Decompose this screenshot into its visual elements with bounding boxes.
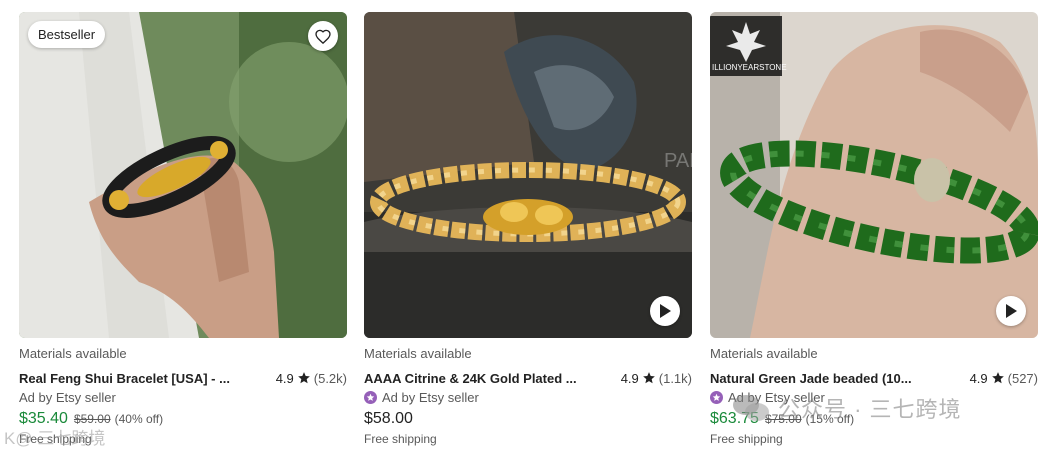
review-count: (1.1k) — [658, 370, 692, 386]
star-seller-icon — [364, 390, 377, 404]
price-row: $58.00 — [364, 410, 692, 430]
star-icon — [297, 371, 311, 385]
rating-score: 4.9 — [620, 370, 639, 386]
seller-label: Ad by Etsy seller — [364, 389, 692, 405]
heart-outline-icon — [315, 29, 331, 44]
rating-score: 4.9 — [969, 370, 988, 386]
listing-title[interactable]: AAAA Citrine & 24K Gold Plated ... — [364, 371, 577, 386]
watermark-text: 公众号 · 三七跨境 — [778, 397, 962, 422]
bracelet-photo: PARK PARK — [364, 12, 692, 338]
play-icon — [660, 304, 671, 318]
photo-logo-text: ILLIONYEARSTONE — [712, 63, 787, 72]
rating: 4.9 (527) — [970, 371, 1038, 386]
star-icon — [642, 371, 656, 385]
seller-label: Ad by Etsy seller — [19, 389, 116, 405]
star-icon — [991, 371, 1005, 385]
review-count: (527) — [1007, 370, 1038, 386]
price: $58.00 — [364, 410, 413, 427]
wechat-icon — [733, 395, 769, 421]
review-count: (5.2k) — [313, 370, 347, 386]
star-seller-icon — [710, 390, 723, 404]
discount-label: (40% off) — [114, 412, 164, 426]
bestseller-badge: Bestseller — [28, 21, 106, 48]
listing-card-2[interactable]: PARK PARK Materials available AAAA Citri… — [364, 12, 692, 446]
listing-card-3[interactable]: ILLIONYEARSTONE Materials available Natu… — [710, 12, 1038, 446]
listing-title[interactable]: Real Feng Shui Bracelet [USA] - ... — [19, 371, 230, 386]
shipping-label: Free shipping — [710, 432, 783, 446]
seller-text: Ad by Etsy seller — [382, 389, 479, 405]
listing-title[interactable]: Natural Green Jade beaded (10... — [710, 371, 912, 386]
bracelet-photo — [19, 12, 347, 338]
left-watermark: K@ 三七跨境 — [4, 429, 106, 448]
materials-label: Materials available — [710, 346, 818, 361]
bracelet-photo: ILLIONYEARSTONE — [710, 12, 1038, 338]
favorite-button[interactable] — [308, 21, 338, 51]
listing-image-3[interactable]: ILLIONYEARSTONE — [710, 12, 1038, 338]
listing-image-2[interactable]: PARK PARK — [364, 12, 692, 338]
shipping-label: Free shipping — [364, 432, 437, 446]
play-icon — [1006, 304, 1017, 318]
wechat-watermark: 公众号 · 三七跨境 — [732, 392, 962, 424]
materials-label: Materials available — [19, 346, 127, 361]
play-video-button[interactable] — [996, 296, 1026, 326]
listing-card-1[interactable]: Bestseller Materials available Real Feng… — [19, 12, 347, 446]
listing-image-1[interactable]: Bestseller — [19, 12, 347, 338]
play-video-button[interactable] — [650, 296, 680, 326]
rating: 4.9 (5.2k) — [276, 371, 347, 386]
rating: 4.9 (1.1k) — [621, 371, 692, 386]
rating-score: 4.9 — [275, 370, 294, 386]
materials-label: Materials available — [364, 346, 472, 361]
photo-watermark-text: PARK PARK — [664, 150, 692, 172]
